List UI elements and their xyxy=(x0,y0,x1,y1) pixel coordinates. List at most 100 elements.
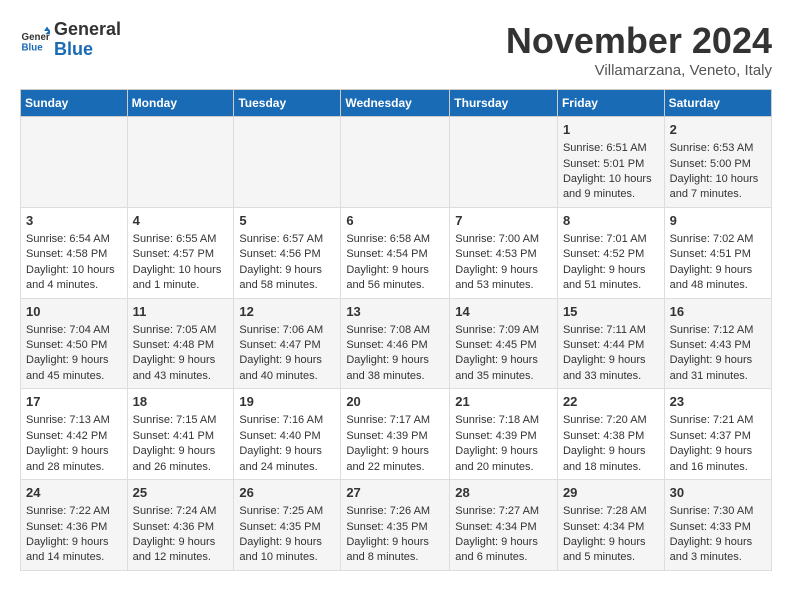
day-info: Daylight: 9 hours and 40 minutes. xyxy=(239,353,335,384)
day-info: Sunset: 4:38 PM xyxy=(563,429,659,444)
calendar-cell: 17 Sunrise: 7:13 AMSunset: 4:42 PMDayligh… xyxy=(21,389,128,480)
day-info: Sunset: 4:36 PM xyxy=(26,520,122,535)
calendar-cell: 7Sunrise: 7:00 AMSunset: 4:53 PMDaylight… xyxy=(450,207,558,298)
day-number: 11 xyxy=(133,303,229,321)
day-info: Sunrise: 6:55 AM xyxy=(133,232,229,247)
day-info: Sunset: 4:52 PM xyxy=(563,247,659,262)
day-number: 4 xyxy=(133,212,229,230)
calendar-cell: 15Sunrise: 7:11 AMSunset: 4:44 PMDayligh… xyxy=(557,298,664,389)
day-info: Daylight: 9 hours and 24 minutes. xyxy=(239,444,335,475)
day-number: 2 xyxy=(670,121,766,139)
calendar-cell: 20Sunrise: 7:17 AMSunset: 4:39 PMDayligh… xyxy=(341,389,450,480)
day-info: Daylight: 9 hours and 8 minutes. xyxy=(346,535,444,566)
day-info: Sunrise: 7:26 AM xyxy=(346,504,444,519)
calendar-cell xyxy=(127,117,234,208)
calendar-cell: 22Sunrise: 7:20 AMSunset: 4:38 PMDayligh… xyxy=(557,389,664,480)
day-info: Sunset: 4:56 PM xyxy=(239,247,335,262)
day-info: Daylight: 9 hours and 12 minutes. xyxy=(133,535,229,566)
day-info: Daylight: 9 hours and 5 minutes. xyxy=(563,535,659,566)
day-info: Sunrise: 7:01 AM xyxy=(563,232,659,247)
calendar-week-row: 24Sunrise: 7:22 AMSunset: 4:36 PMDayligh… xyxy=(21,480,772,571)
day-info: Sunset: 5:00 PM xyxy=(670,157,766,172)
day-info: Daylight: 9 hours and 20 minutes. xyxy=(455,444,552,475)
day-info: Daylight: 9 hours and 10 minutes. xyxy=(239,535,335,566)
day-number: 17 xyxy=(26,393,122,411)
day-info: Sunset: 4:44 PM xyxy=(563,338,659,353)
day-number: 24 xyxy=(26,484,122,502)
svg-text:Blue: Blue xyxy=(22,42,44,53)
day-info: Sunrise: 6:58 AM xyxy=(346,232,444,247)
day-info: Sunset: 4:57 PM xyxy=(133,247,229,262)
day-info: Sunset: 4:34 PM xyxy=(455,520,552,535)
calendar-cell: 12Sunrise: 7:06 AMSunset: 4:47 PMDayligh… xyxy=(234,298,341,389)
day-info: Daylight: 9 hours and 14 minutes. xyxy=(26,535,122,566)
column-header-thursday: Thursday xyxy=(450,90,558,117)
day-info: Daylight: 9 hours and 45 minutes. xyxy=(26,353,122,384)
day-info: Sunset: 4:35 PM xyxy=(346,520,444,535)
day-info: Sunset: 4:40 PM xyxy=(239,429,335,444)
day-info: Daylight: 10 hours and 4 minutes. xyxy=(26,263,122,294)
column-header-sunday: Sunday xyxy=(21,90,128,117)
day-info: Daylight: 9 hours and 35 minutes. xyxy=(455,353,552,384)
day-info: Sunrise: 7:02 AM xyxy=(670,232,766,247)
day-info: Daylight: 9 hours and 16 minutes. xyxy=(670,444,766,475)
calendar-cell: 11 Sunrise: 7:05 AMSunset: 4:48 PMDayligh… xyxy=(127,298,234,389)
day-info: Daylight: 9 hours and 3 minutes. xyxy=(670,535,766,566)
day-info: Sunrise: 6:57 AM xyxy=(239,232,335,247)
day-info: Sunrise: 7:13 AM xyxy=(26,413,122,428)
day-number: 21 xyxy=(455,393,552,411)
day-info: Sunset: 4:47 PM xyxy=(239,338,335,353)
day-info: Daylight: 9 hours and 43 minutes. xyxy=(133,353,229,384)
day-number: 25 xyxy=(133,484,229,502)
logo-icon: General Blue xyxy=(20,25,50,55)
day-info: Sunrise: 6:53 AM xyxy=(670,141,766,156)
calendar-cell: 27Sunrise: 7:26 AMSunset: 4:35 PMDayligh… xyxy=(341,480,450,571)
calendar-cell: 28Sunrise: 7:27 AMSunset: 4:34 PMDayligh… xyxy=(450,480,558,571)
day-info: Sunrise: 7:00 AM xyxy=(455,232,552,247)
day-info: Sunrise: 7:16 AM xyxy=(239,413,335,428)
calendar-cell: 29 Sunrise: 7:28 AMSunset: 4:34 PMDayligh… xyxy=(557,480,664,571)
calendar-cell: 2Sunrise: 6:53 AMSunset: 5:00 PMDaylight… xyxy=(664,117,771,208)
calendar-cell xyxy=(341,117,450,208)
day-info: Sunrise: 7:25 AM xyxy=(239,504,335,519)
logo-general: General xyxy=(54,20,121,40)
day-info: Daylight: 9 hours and 51 minutes. xyxy=(563,263,659,294)
calendar-week-row: 17Sunrise: 7:13 AMSunset: 4:42 PMDayligh… xyxy=(21,389,772,480)
calendar-cell: 16Sunrise: 7:12 AMSunset: 4:43 PMDayligh… xyxy=(664,298,771,389)
column-header-tuesday: Tuesday xyxy=(234,90,341,117)
day-number: 18 xyxy=(133,393,229,411)
day-info: Sunset: 4:45 PM xyxy=(455,338,552,353)
day-info: Daylight: 9 hours and 48 minutes. xyxy=(670,263,766,294)
day-info: Daylight: 9 hours and 28 minutes. xyxy=(26,444,122,475)
day-info: Sunset: 4:39 PM xyxy=(455,429,552,444)
day-info: Sunset: 5:01 PM xyxy=(563,157,659,172)
day-info: Sunset: 4:51 PM xyxy=(670,247,766,262)
day-info: Sunset: 4:41 PM xyxy=(133,429,229,444)
day-info: Sunrise: 7:17 AM xyxy=(346,413,444,428)
day-info: Sunset: 4:48 PM xyxy=(133,338,229,353)
day-info: Sunrise: 7:11 AM xyxy=(563,323,659,338)
calendar-cell: 1Sunrise: 6:51 AMSunset: 5:01 PMDaylight… xyxy=(557,117,664,208)
day-info: Sunrise: 7:05 AM xyxy=(133,323,229,338)
day-number: 10 xyxy=(26,303,122,321)
day-number: 7 xyxy=(455,212,552,230)
day-number: 29 xyxy=(563,484,659,502)
day-info: Sunset: 4:34 PM xyxy=(563,520,659,535)
calendar-cell xyxy=(450,117,558,208)
day-info: Sunrise: 7:28 AM xyxy=(563,504,659,519)
calendar-cell: 23Sunrise: 7:21 AMSunset: 4:37 PMDayligh… xyxy=(664,389,771,480)
day-number: 28 xyxy=(455,484,552,502)
day-info: Sunrise: 7:20 AM xyxy=(563,413,659,428)
day-info: Sunrise: 7:09 AM xyxy=(455,323,552,338)
day-number: 26 xyxy=(239,484,335,502)
day-info: Daylight: 9 hours and 22 minutes. xyxy=(346,444,444,475)
day-info: Daylight: 9 hours and 58 minutes. xyxy=(239,263,335,294)
calendar-cell: 25Sunrise: 7:24 AMSunset: 4:36 PMDayligh… xyxy=(127,480,234,571)
day-info: Sunset: 4:42 PM xyxy=(26,429,122,444)
calendar-week-row: 3Sunrise: 6:54 AMSunset: 4:58 PMDaylight… xyxy=(21,207,772,298)
day-number: 23 xyxy=(670,393,766,411)
day-info: Sunrise: 7:15 AM xyxy=(133,413,229,428)
day-info: Sunrise: 7:24 AM xyxy=(133,504,229,519)
calendar-cell: 8Sunrise: 7:01 AMSunset: 4:52 PMDaylight… xyxy=(557,207,664,298)
day-info: Sunrise: 7:04 AM xyxy=(26,323,122,338)
